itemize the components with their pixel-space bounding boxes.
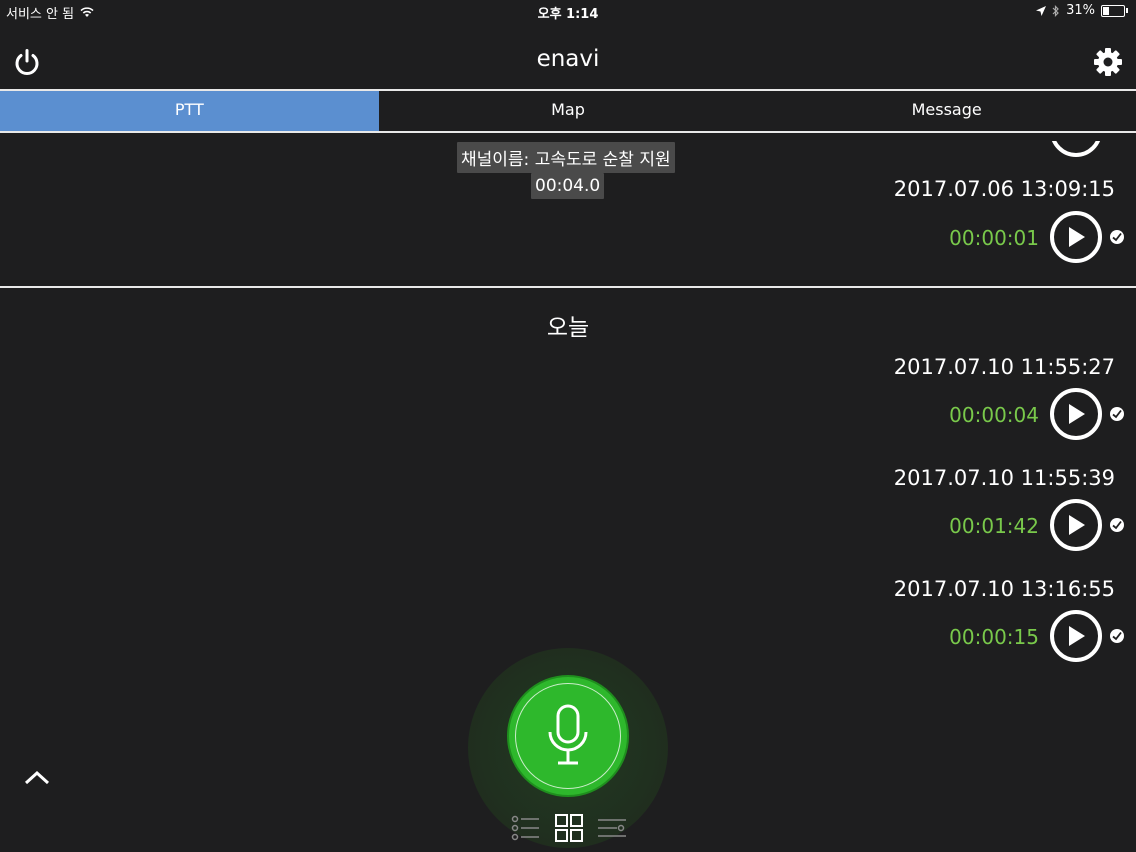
sent-check-icon (1110, 407, 1124, 421)
play-button[interactable] (1050, 388, 1102, 440)
battery-level-fill (1103, 6, 1109, 15)
view-switcher (511, 814, 627, 842)
status-bar-right: 31% (1036, 3, 1128, 18)
sent-check-icon (1110, 230, 1124, 244)
record-date: 2017.07.06 13:09:15 (893, 177, 1115, 201)
play-button[interactable] (1050, 211, 1102, 263)
battery-percent: 31% (1066, 3, 1095, 18)
play-icon (1069, 626, 1085, 646)
tab-map[interactable]: Map (379, 91, 758, 131)
section-divider (0, 286, 1136, 288)
record-duration: 00:00:04 (949, 403, 1039, 427)
play-icon (1069, 404, 1085, 424)
day-label-today: 오늘 (546, 315, 590, 341)
gear-icon (1094, 48, 1122, 76)
play-icon (1069, 227, 1085, 247)
record-duration: 00:00:01 (949, 226, 1039, 250)
grid-view-icon[interactable] (555, 814, 583, 842)
app-title: enavi (536, 46, 600, 72)
mic-button-ring (515, 683, 621, 789)
play-icon (1069, 515, 1085, 535)
elapsed-time-tooltip: 00:04.0 (531, 173, 605, 199)
bluetooth-icon (1052, 4, 1059, 17)
tab-ptt[interactable]: PTT (0, 91, 379, 131)
channel-name-tooltip: 채널이름: 고속도로 순찰 지원 (457, 142, 675, 173)
record-duration: 00:00:15 (949, 625, 1039, 649)
play-button[interactable] (1050, 610, 1102, 662)
record-date: 2017.07.10 13:16:55 (893, 577, 1115, 601)
location-arrow-icon (1036, 5, 1047, 16)
tab-message[interactable]: Message (757, 91, 1136, 131)
chevron-up-icon[interactable] (23, 768, 51, 786)
play-button[interactable] (1050, 499, 1102, 551)
sent-check-icon (1110, 518, 1124, 532)
sent-check-icon (1110, 629, 1124, 643)
status-time: 오후 1:14 (537, 7, 599, 22)
record-duration: 00:01:42 (949, 514, 1039, 538)
record-date: 2017.07.10 11:55:39 (893, 466, 1115, 490)
battery-tip (1126, 8, 1128, 13)
record-date: 2017.07.10 11:55:27 (893, 355, 1115, 379)
list-view-icon[interactable] (511, 815, 541, 841)
slider-view-icon[interactable] (597, 815, 627, 841)
settings-button[interactable] (1092, 46, 1124, 78)
battery-icon (1101, 4, 1125, 17)
tab-bar: PTT Map Message (0, 89, 1136, 133)
push-to-talk-button[interactable] (507, 675, 629, 797)
